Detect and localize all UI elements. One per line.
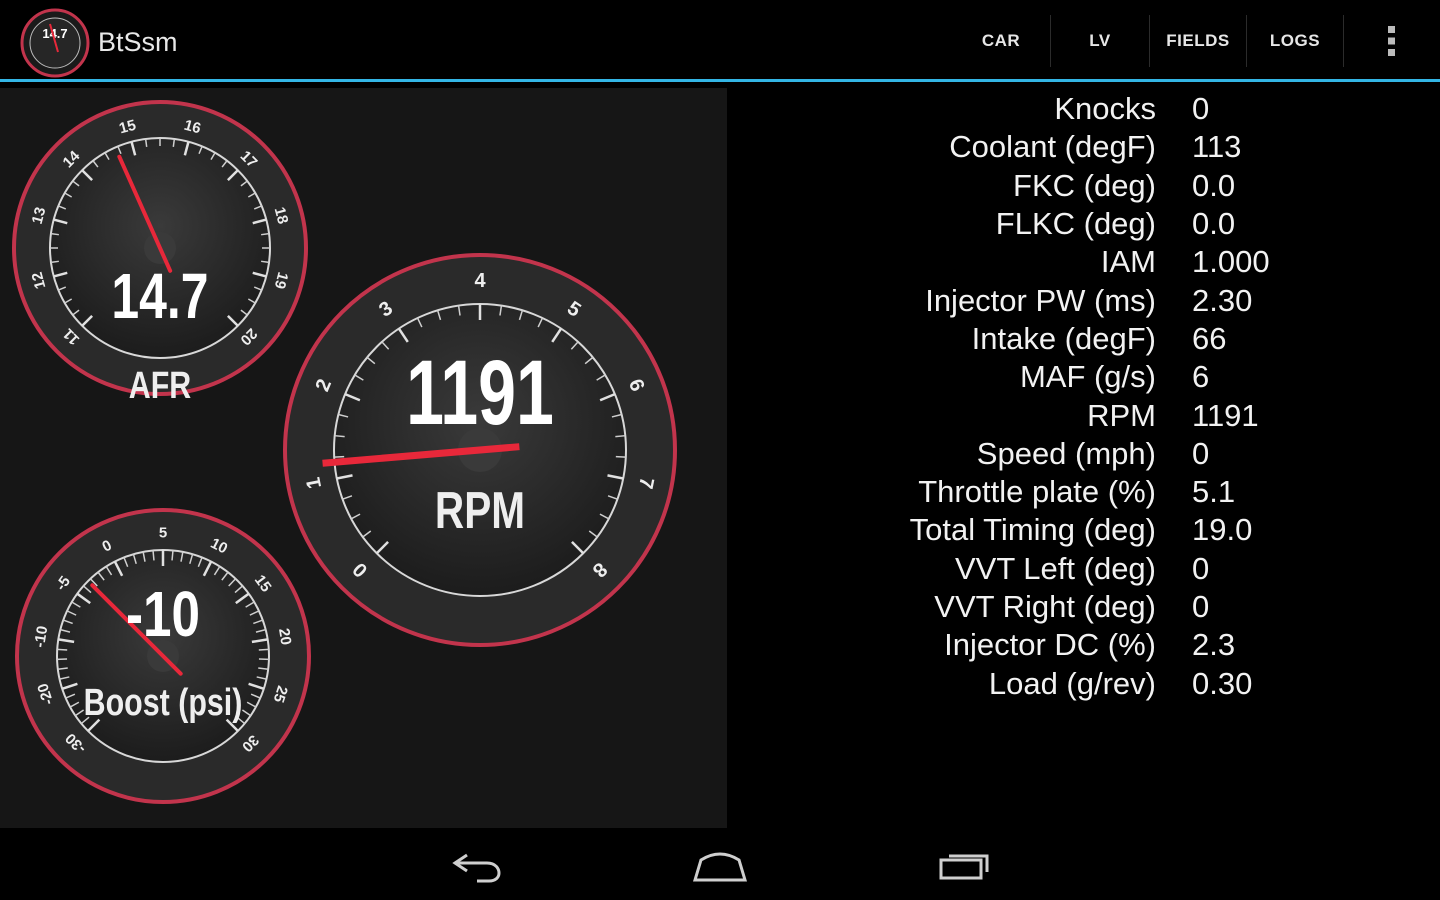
data-row-label: VVT Right (deg) <box>934 589 1156 624</box>
back-icon <box>452 853 501 883</box>
data-row-value: 0.0 <box>1192 167 1236 203</box>
data-row-label: Injector DC (%) <box>944 627 1156 663</box>
overflow-menu-button[interactable] <box>1344 0 1440 82</box>
data-row-label: Injector PW (ms) <box>925 282 1156 318</box>
navigation-bar <box>0 828 1440 900</box>
data-row: VVT Left (deg) 0 <box>760 550 1400 588</box>
data-row-value: 19.0 <box>1192 512 1253 548</box>
data-row-label: Total Timing (deg) <box>909 512 1156 548</box>
data-list: Knocks 0 Coolant (degF) 113 FKC (deg) 0.0 FLKC… <box>760 90 1400 703</box>
data-row-value: 5.1 <box>1192 474 1236 510</box>
data-row: Injector DC (%) 2.3 <box>760 626 1400 664</box>
data-row-label: VVT Left (deg) <box>954 550 1156 586</box>
home-button[interactable] <box>680 842 760 888</box>
data-row-value: 0 <box>1192 91 1210 127</box>
data-row: MAF (g/s) 6 <box>760 358 1400 396</box>
data-row: Coolant (degF) 113 <box>760 128 1400 166</box>
rpm-tick-label: 4 <box>474 270 486 292</box>
rpm-gauge: 012345678 1191 RPM <box>283 253 677 647</box>
data-row: IAM 1.000 <box>760 243 1400 281</box>
data-row-label: Intake (degF) <box>971 320 1156 356</box>
data-row-label: IAM <box>1100 244 1156 280</box>
data-row: FLKC (deg) 0.0 <box>760 205 1400 243</box>
boost-tick-label: 20 <box>275 627 294 646</box>
app-gauge-icon[interactable]: 14.7 <box>20 8 90 78</box>
data-row: Throttle plate (%) 5.1 <box>760 473 1400 511</box>
afr-minor-tick <box>50 232 59 236</box>
data-row-value: 2.3 <box>1192 627 1236 663</box>
data-row: Speed (mph) 0 <box>760 435 1400 473</box>
data-row: VVT Right (deg) 0 <box>760 588 1400 626</box>
gauges-canvas: 1112131415 1617181920 14.7 AFR 012345678 … <box>12 100 677 804</box>
data-row-value: 0.0 <box>1192 206 1236 242</box>
boost-minor-tick <box>57 648 68 651</box>
rpm-label: RPM <box>435 481 525 539</box>
menu-car-button[interactable]: CAR <box>952 0 1050 82</box>
afr-label: AFR <box>129 365 192 407</box>
data-row-label: Speed (mph) <box>976 435 1156 471</box>
data-row-value: 113 <box>1192 129 1242 165</box>
back-button[interactable] <box>437 842 517 888</box>
action-bar: 14.7 BtSsm CAR LV FIELDS LOGS <box>0 0 1440 82</box>
rpm-minor-tick <box>334 434 345 438</box>
boost-value: -10 <box>126 580 200 651</box>
boost-minor-tick <box>258 648 269 651</box>
data-row-label: Knocks <box>1054 91 1156 127</box>
rpm-minor-tick <box>615 434 626 438</box>
afr-minor-tick <box>261 232 270 236</box>
data-row: FKC (deg) 0.0 <box>760 167 1400 205</box>
recent-apps-icon <box>939 854 989 880</box>
data-row-label: Throttle plate (%) <box>918 474 1156 510</box>
data-row-label: Load (g/rev) <box>988 665 1156 701</box>
menu-lv-button[interactable]: LV <box>1051 0 1149 82</box>
data-row-value: 0 <box>1192 589 1210 624</box>
data-row: Knocks 0 <box>760 90 1400 128</box>
data-row: Total Timing (deg) 19.0 <box>760 511 1400 549</box>
boost-label: Boost (psi) <box>84 682 243 724</box>
data-row: Injector PW (ms) 2.30 <box>760 281 1400 319</box>
afr-minor-tick <box>172 138 176 147</box>
data-row-value: 0.30 <box>1192 665 1253 701</box>
data-row-value: 0 <box>1192 435 1210 471</box>
home-icon <box>692 852 748 882</box>
boost-minor-tick <box>152 550 155 561</box>
afr-minor-tick <box>261 260 270 264</box>
data-row-value: 1191 <box>1192 397 1259 433</box>
afr-minor-tick <box>50 260 59 264</box>
boost-gauge: -30-20-10-5051015202530 -10 Boost (psi) <box>15 508 311 804</box>
data-row-label: RPM <box>1087 397 1156 433</box>
data-row-label: FKC (deg) <box>1013 167 1156 203</box>
data-row: Load (g/rev) 0.30 <box>760 664 1400 702</box>
data-row: Intake (degF) 66 <box>760 320 1400 358</box>
afr-minor-tick <box>144 138 148 147</box>
boost-tick-label: 5 <box>159 524 167 541</box>
recent-apps-button[interactable] <box>925 842 1005 888</box>
data-row-label: Coolant (degF) <box>949 129 1156 165</box>
rpm-value: 1191 <box>406 342 554 444</box>
overflow-menu-icon <box>1388 26 1395 56</box>
data-row-value: 0 <box>1192 550 1210 586</box>
action-menu: CAR LV FIELDS LOGS <box>952 0 1440 82</box>
data-row-value: 6 <box>1192 359 1210 395</box>
menu-logs-button[interactable]: LOGS <box>1247 0 1343 82</box>
data-row-label: MAF (g/s) <box>1019 359 1156 395</box>
afr-gauge: 1112131415 1617181920 14.7 AFR <box>12 100 308 407</box>
data-row-value: 2.30 <box>1192 282 1253 318</box>
boost-minor-tick <box>171 550 174 561</box>
data-row-value: 1.000 <box>1192 244 1270 280</box>
data-row-value: 66 <box>1192 320 1227 356</box>
gauge-panel: 11 12 13 14 15 16 17 18 19 20 14.7 AFR 012345678 … <box>0 88 727 828</box>
menu-fields-button[interactable]: FIELDS <box>1150 0 1246 82</box>
data-row: RPM 1191 <box>760 396 1400 434</box>
app-title: BtSsm <box>98 27 178 57</box>
afr-value: 14.7 <box>111 261 208 332</box>
boost-tick-label: -10 <box>31 625 51 649</box>
data-row-label: FLKC (deg) <box>995 206 1156 242</box>
